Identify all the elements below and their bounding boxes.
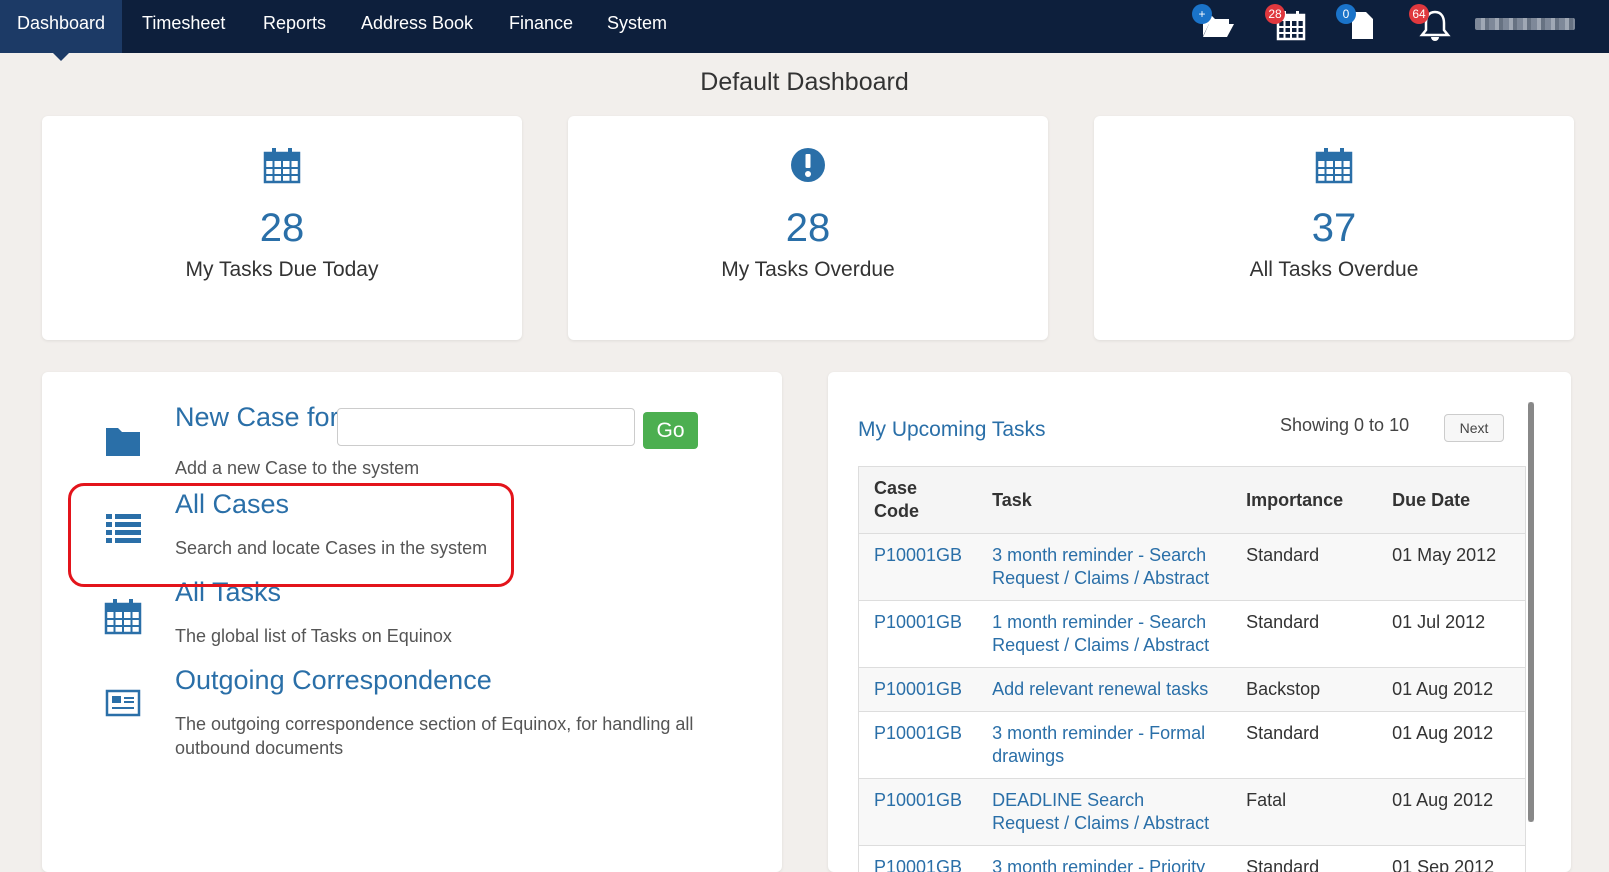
stat-card-overdue[interactable]: 28 My Tasks Overdue bbox=[568, 116, 1048, 340]
task-link[interactable]: 3 month reminder - Formal drawings bbox=[992, 723, 1205, 766]
importance-cell: Fatal bbox=[1231, 779, 1377, 846]
nav-finance-label: Finance bbox=[509, 13, 573, 33]
documents-button[interactable]: 0 bbox=[1344, 8, 1380, 42]
nav-finance[interactable]: Finance bbox=[492, 0, 590, 53]
due-date-cell: 01 Aug 2012 bbox=[1377, 668, 1525, 712]
scrollbar-thumb[interactable] bbox=[1528, 402, 1534, 822]
top-navbar: Dashboard Timesheet Reports Address Book… bbox=[0, 0, 1609, 53]
due-date-cell: 01 Aug 2012 bbox=[1377, 712, 1525, 779]
stat-label: My Tasks Overdue bbox=[568, 258, 1048, 282]
nav-system-label: System bbox=[607, 13, 667, 33]
open-cases-button[interactable]: + bbox=[1200, 8, 1236, 42]
column-header[interactable]: Importance bbox=[1231, 467, 1377, 534]
column-header[interactable]: Due Date bbox=[1377, 467, 1525, 534]
importance-cell: Standard bbox=[1231, 601, 1377, 668]
nav-system[interactable]: System bbox=[590, 0, 684, 53]
stat-value: 28 bbox=[42, 206, 522, 251]
calendar-icon bbox=[104, 597, 142, 635]
due-date-cell: 01 Jul 2012 bbox=[1377, 601, 1525, 668]
nav-timesheet-label: Timesheet bbox=[142, 13, 225, 33]
stat-label: My Tasks Due Today bbox=[42, 258, 522, 282]
upcoming-tasks-table: Case Code Task Importance Due Date P1000… bbox=[858, 466, 1526, 872]
table-row: P10001GB 3 month reminder - Formal drawi… bbox=[859, 712, 1526, 779]
case-code-link[interactable]: P10001GB bbox=[874, 545, 962, 565]
nav-dashboard-label: Dashboard bbox=[17, 13, 105, 33]
table-row: P10001GB 3 month reminder - Search Reque… bbox=[859, 534, 1526, 601]
new-case-description: Add a new Case to the system bbox=[175, 456, 419, 480]
importance-cell: Backstop bbox=[1231, 668, 1377, 712]
nav-reports-label: Reports bbox=[263, 13, 326, 33]
active-caret bbox=[52, 52, 70, 61]
task-link[interactable]: Add relevant renewal tasks bbox=[992, 679, 1208, 699]
list-icon bbox=[104, 509, 142, 547]
case-code-link[interactable]: P10001GB bbox=[874, 612, 962, 632]
case-code-link[interactable]: P10001GB bbox=[874, 790, 962, 810]
correspondence-icon bbox=[104, 684, 142, 722]
new-case-title: New Case for bbox=[175, 402, 339, 433]
task-link[interactable]: 3 month reminder - Search Request / Clai… bbox=[992, 545, 1209, 588]
nav-timesheet[interactable]: Timesheet bbox=[125, 0, 242, 53]
all-tasks-description: The global list of Tasks on Equinox bbox=[175, 624, 452, 648]
stat-card-all-overdue[interactable]: 37 All Tasks Overdue bbox=[1094, 116, 1574, 340]
showing-count: Showing 0 to 10 bbox=[1280, 415, 1409, 436]
upcoming-tasks-panel: My Upcoming Tasks Showing 0 to 10 Next C… bbox=[828, 372, 1571, 872]
case-code-link[interactable]: P10001GB bbox=[874, 723, 962, 743]
table-header-row: Case Code Task Importance Due Date bbox=[859, 467, 1526, 534]
user-menu[interactable] bbox=[1475, 14, 1585, 32]
upcoming-tasks-title: My Upcoming Tasks bbox=[858, 418, 1046, 442]
new-case-input[interactable] bbox=[337, 408, 635, 446]
case-code-link[interactable]: P10001GB bbox=[874, 857, 962, 872]
due-date-cell: 01 May 2012 bbox=[1377, 534, 1525, 601]
all-cases-link[interactable]: All Cases bbox=[175, 489, 289, 520]
all-tasks-link[interactable]: All Tasks bbox=[175, 577, 281, 608]
calendar-icon bbox=[263, 146, 301, 184]
cases-badge: + bbox=[1192, 4, 1212, 24]
importance-cell: Standard bbox=[1231, 846, 1377, 872]
table-row: P10001GB 1 month reminder - Search Reque… bbox=[859, 601, 1526, 668]
nav-reports[interactable]: Reports bbox=[246, 0, 343, 53]
due-date-cell: 01 Sep 2012 bbox=[1377, 846, 1525, 872]
nav-dashboard[interactable]: Dashboard bbox=[0, 0, 122, 53]
outgoing-correspondence-link[interactable]: Outgoing Correspondence bbox=[175, 665, 492, 696]
go-button[interactable]: Go bbox=[643, 412, 698, 449]
all-cases-description: Search and locate Cases in the system bbox=[175, 536, 487, 560]
notifications-button[interactable]: 64 bbox=[1417, 8, 1453, 42]
nav-address-book[interactable]: Address Book bbox=[344, 0, 490, 53]
stat-value: 28 bbox=[568, 206, 1048, 251]
stat-card-due-today[interactable]: 28 My Tasks Due Today bbox=[42, 116, 522, 340]
stat-value: 37 bbox=[1094, 206, 1574, 251]
folder-icon bbox=[104, 422, 142, 460]
page-title: Default Dashboard bbox=[0, 68, 1609, 97]
outgoing-correspondence-description: The outgoing correspondence section of E… bbox=[175, 712, 735, 760]
notifications-badge: 64 bbox=[1409, 4, 1429, 24]
importance-cell: Standard bbox=[1231, 712, 1377, 779]
task-link[interactable]: 3 month reminder - Priority bbox=[992, 857, 1205, 872]
case-code-link[interactable]: P10001GB bbox=[874, 679, 962, 699]
column-header[interactable]: Task bbox=[977, 467, 1231, 534]
next-button[interactable]: Next bbox=[1444, 414, 1504, 442]
stat-label: All Tasks Overdue bbox=[1094, 258, 1574, 282]
table-row: P10001GB 3 month reminder - Priority Sta… bbox=[859, 846, 1526, 872]
quick-links-panel: New Case for Go Add a new Case to the sy… bbox=[42, 372, 782, 872]
exclamation-circle-icon bbox=[789, 146, 827, 184]
documents-badge: 0 bbox=[1336, 4, 1356, 24]
column-header[interactable]: Case Code bbox=[859, 467, 978, 534]
calendar-badge: 28 bbox=[1265, 4, 1285, 24]
task-link[interactable]: DEADLINE Search Request / Claims / Abstr… bbox=[992, 790, 1209, 833]
calendar-button[interactable]: 28 bbox=[1273, 8, 1309, 42]
due-date-cell: 01 Aug 2012 bbox=[1377, 779, 1525, 846]
task-link[interactable]: 1 month reminder - Search Request / Clai… bbox=[992, 612, 1209, 655]
table-row: P10001GB DEADLINE Search Request / Claim… bbox=[859, 779, 1526, 846]
user-name-redacted bbox=[1475, 18, 1575, 30]
calendar-icon bbox=[1315, 146, 1353, 184]
importance-cell: Standard bbox=[1231, 534, 1377, 601]
nav-address-book-label: Address Book bbox=[361, 13, 473, 33]
table-row: P10001GB Add relevant renewal tasks Back… bbox=[859, 668, 1526, 712]
